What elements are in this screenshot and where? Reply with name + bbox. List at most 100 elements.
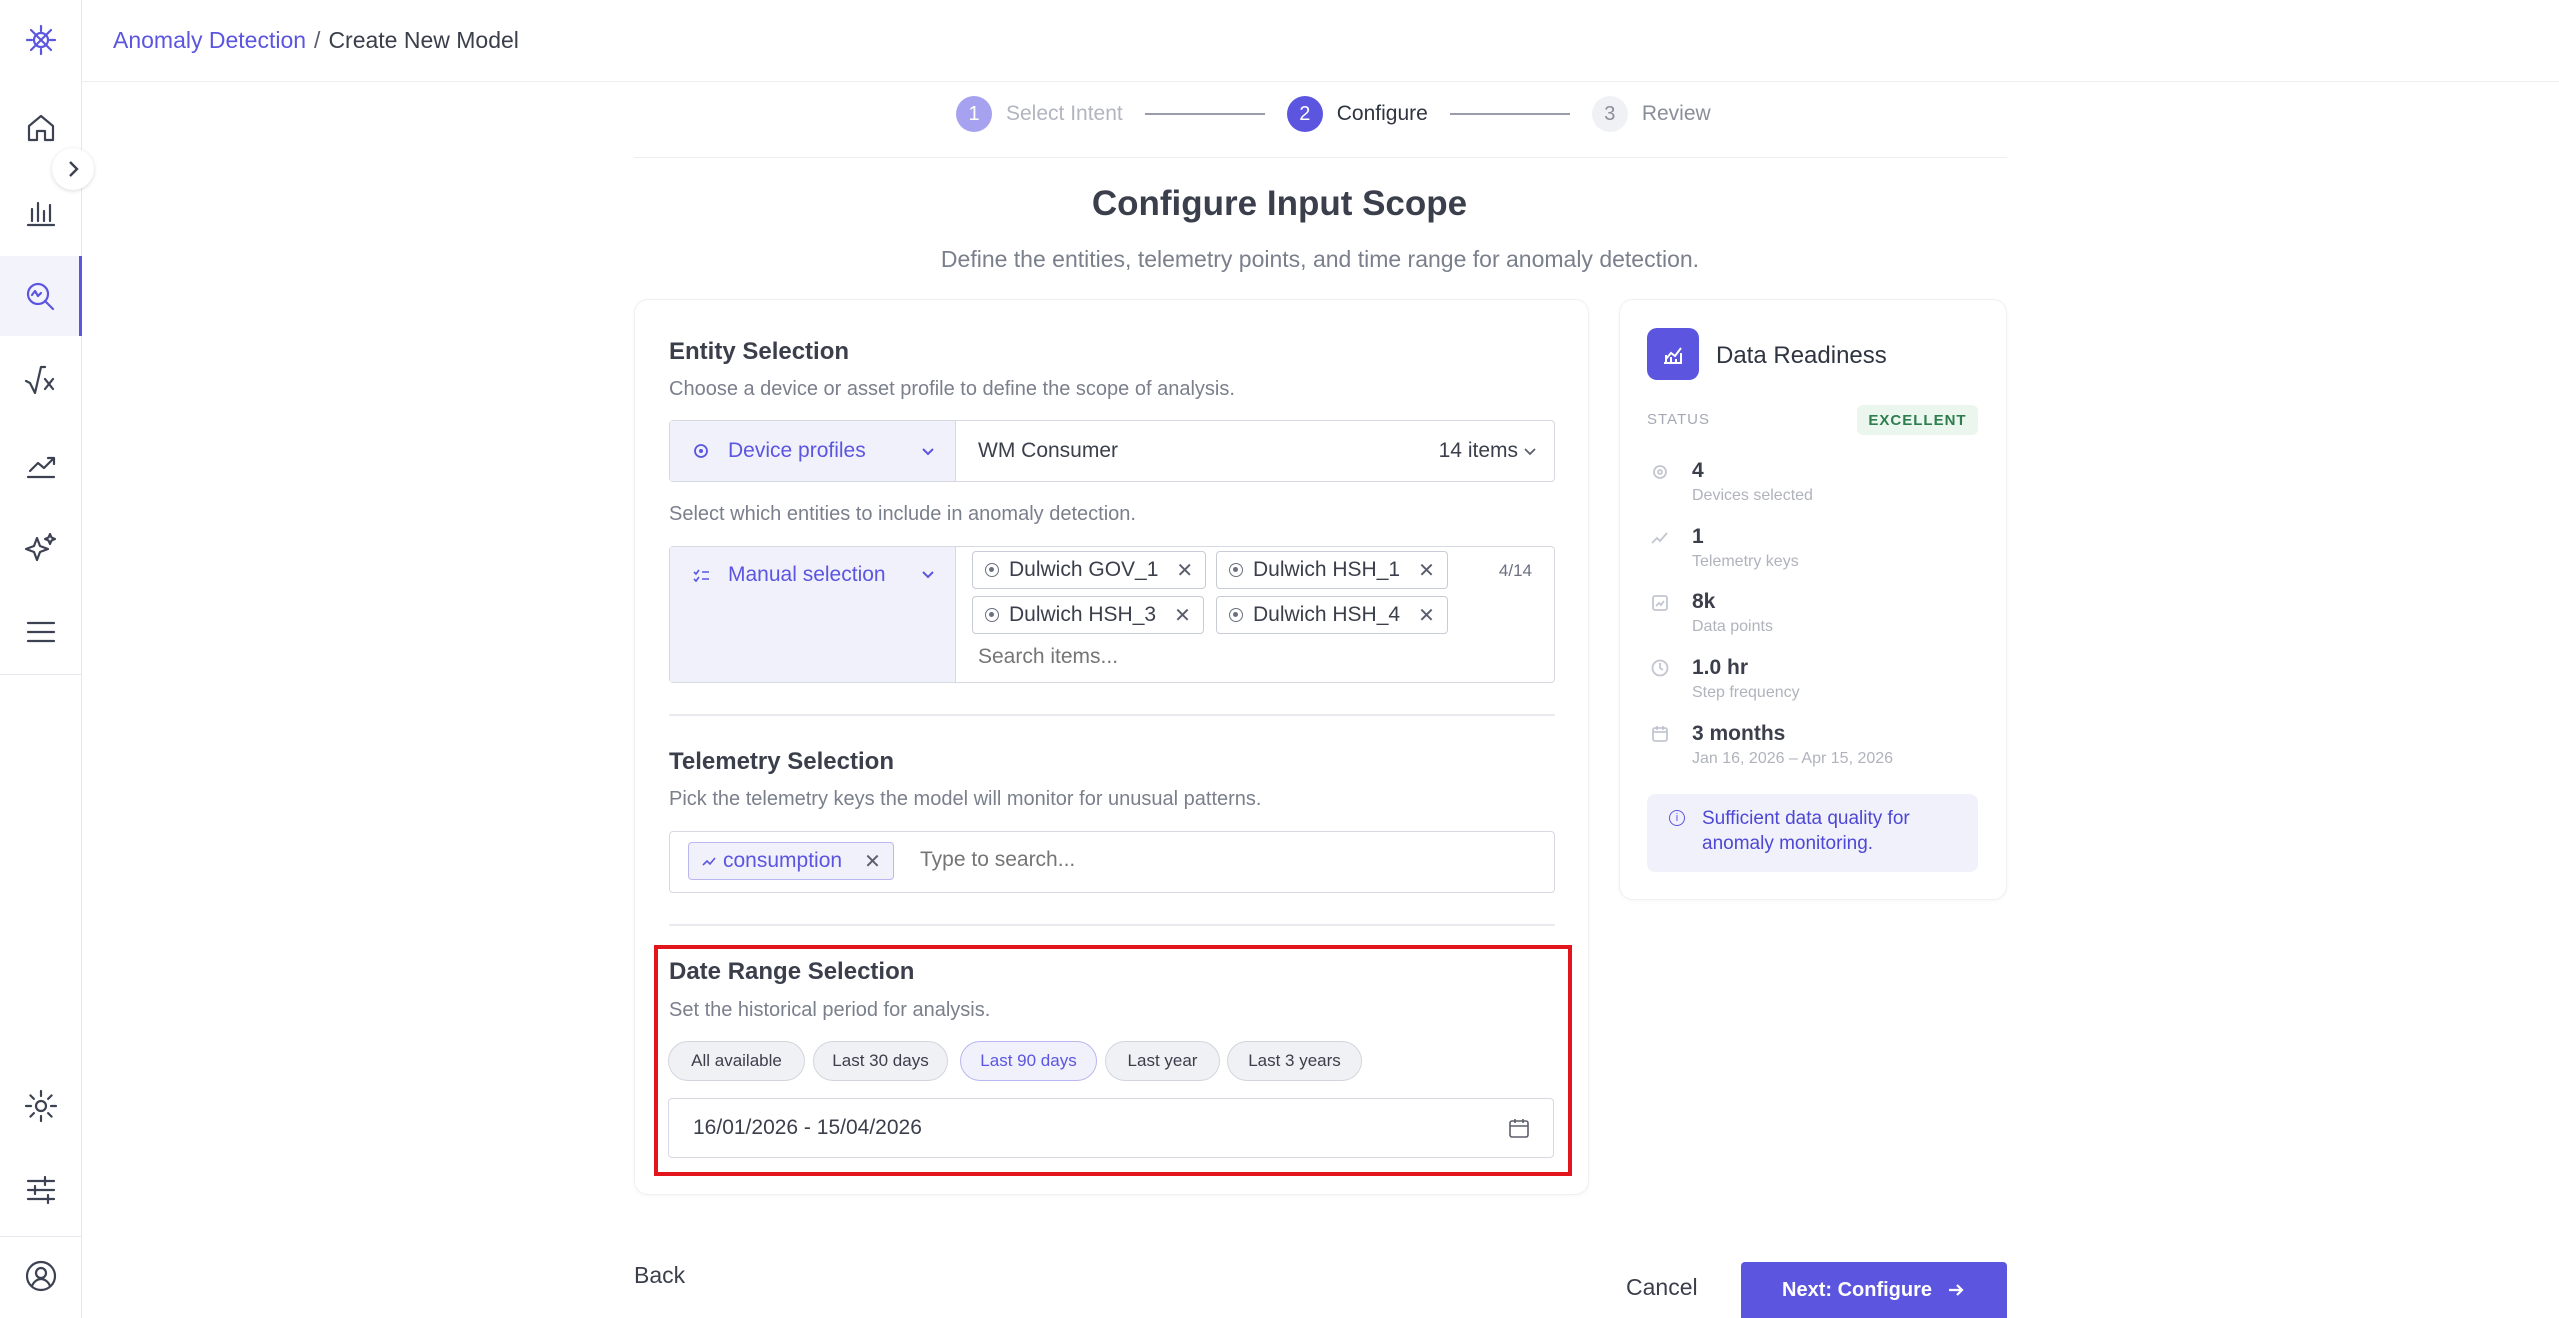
stat-devices-value: 4	[1692, 459, 1704, 482]
step-connector	[1449, 113, 1570, 115]
step-3-label[interactable]: Review	[1642, 102, 1711, 126]
cancel-button[interactable]: Cancel	[1626, 1274, 1698, 1301]
clock-icon	[1650, 658, 1670, 678]
preset-all-available[interactable]: All available	[668, 1041, 805, 1081]
menu-icon[interactable]	[0, 592, 82, 672]
page-subtitle: Define the entities, telemetry points, a…	[940, 246, 1700, 272]
device-icon	[1229, 608, 1243, 622]
profile-select[interactable]: WM Consumer 14 items	[956, 421, 1554, 481]
stat-frequency-label: Step frequency	[1692, 684, 1800, 701]
remove-chip-icon[interactable]: ✕	[864, 849, 881, 874]
stat-telemetry-label: Telemetry keys	[1692, 553, 1799, 570]
next-configure-button[interactable]: Next: Configure	[1741, 1262, 2007, 1318]
telemetry-selection-title: Telemetry Selection	[669, 748, 894, 775]
selection-mode-dropdown[interactable]: Manual selection	[670, 547, 956, 682]
formula-icon[interactable]	[0, 340, 82, 420]
entity-selection-title: Entity Selection	[669, 338, 850, 365]
date-range-desc: Set the historical period for analysis.	[669, 999, 991, 1021]
device-icon	[694, 444, 708, 458]
entity-search-input[interactable]	[978, 645, 1478, 669]
section-divider	[669, 924, 1555, 926]
preset-last-3-years[interactable]: Last 3 years	[1227, 1041, 1362, 1081]
telemetry-chip[interactable]: consumption ✕	[688, 842, 894, 880]
profile-combo: Device profiles WM Consumer 14 items	[669, 420, 1555, 482]
entity-selection-desc: Choose a device or asset profile to defi…	[669, 378, 1235, 400]
stepper-divider	[634, 157, 2007, 158]
device-icon	[985, 563, 999, 577]
entity-type-dropdown[interactable]: Device profiles	[670, 421, 956, 481]
selection-mode-label: Manual selection	[728, 563, 886, 586]
sparkles-icon[interactable]	[0, 508, 82, 588]
readiness-info-box: i Sufficient data quality for anomaly mo…	[1647, 794, 1978, 872]
chevron-right-icon	[69, 161, 79, 177]
entity-chip-label: Dulwich HSH_1	[1253, 558, 1401, 581]
step-2-label[interactable]: Configure	[1337, 102, 1428, 126]
stat-frequency-value: 1.0 hr	[1692, 656, 1749, 679]
preset-last-year[interactable]: Last year	[1105, 1041, 1220, 1081]
date-range-input[interactable]: 16/01/2026 - 15/04/2026	[668, 1098, 1554, 1158]
stat-datapoints-value: 8k	[1692, 590, 1716, 613]
profile-count: 14 items	[1438, 439, 1518, 462]
device-icon	[1650, 462, 1670, 482]
preset-last-30-days[interactable]: Last 30 days	[813, 1041, 948, 1081]
entity-chip[interactable]: Dulwich HSH_1 ✕	[1216, 551, 1448, 589]
entities-input[interactable]: Dulwich GOV_1 ✕ Dulwich HSH_1 ✕ Dulwich …	[956, 547, 1554, 682]
step-3-circle[interactable]: 3	[1591, 96, 1628, 132]
telemetry-search-input[interactable]	[920, 848, 1420, 872]
sliders-icon[interactable]	[0, 1150, 82, 1230]
header: Anomaly Detection / Create New Model	[82, 0, 2559, 82]
entity-select-desc: Select which entities to include in anom…	[669, 503, 1136, 525]
logo-icon[interactable]	[0, 0, 82, 80]
stat-range-value: 3 months	[1692, 722, 1786, 745]
telemetry-selection-desc: Pick the telemetry keys the model will m…	[669, 788, 1262, 810]
selection-counter: 4/14	[1498, 561, 1532, 580]
entity-chip[interactable]: Dulwich GOV_1 ✕	[972, 551, 1207, 589]
status-badge: EXCELLENT	[1857, 405, 1978, 435]
readiness-info-text: Sufficient data quality for anomaly moni…	[1702, 808, 1910, 854]
entities-combo: Manual selection Dulwich GOV_1 ✕ Dulwich…	[669, 546, 1555, 683]
chevron-down-icon	[922, 448, 934, 456]
arrow-right-icon	[1949, 1284, 1964, 1296]
back-button[interactable]: Back	[634, 1262, 685, 1289]
preset-last-90-days[interactable]: Last 90 days	[960, 1041, 1097, 1081]
status-label: STATUS	[1647, 411, 1710, 428]
remove-chip-icon[interactable]: ✕	[1176, 558, 1193, 583]
telemetry-input-box[interactable]: consumption ✕	[669, 831, 1555, 893]
entity-chip[interactable]: Dulwich HSH_4 ✕	[1216, 596, 1448, 634]
entity-chip-label: Dulwich GOV_1	[1009, 558, 1159, 581]
sidebar-divider	[0, 674, 82, 675]
device-icon	[1229, 563, 1243, 577]
date-range-value: 16/01/2026 - 15/04/2026	[693, 1116, 922, 1139]
chevron-down-icon	[922, 571, 934, 579]
remove-chip-icon[interactable]: ✕	[1418, 558, 1435, 583]
settings-gear-icon[interactable]	[0, 1066, 82, 1146]
chart-icon	[1650, 593, 1670, 613]
chevron-down-icon	[1524, 448, 1536, 456]
readiness-chart-icon	[1647, 328, 1699, 380]
data-readiness-card: Data Readiness STATUS EXCELLENT 4 Device…	[1619, 299, 2007, 900]
info-icon: i	[1669, 810, 1685, 826]
wizard-stepper: 1 Select Intent 2 Configure 3 Review	[956, 96, 1711, 132]
step-2-circle[interactable]: 2	[1286, 96, 1323, 132]
step-1-label[interactable]: Select Intent	[1006, 102, 1123, 126]
step-1-circle[interactable]: 1	[956, 96, 992, 132]
breadcrumb-current: Create New Model	[328, 27, 519, 53]
checklist-icon	[693, 569, 709, 583]
breadcrumb-anomaly-detection[interactable]: Anomaly Detection	[113, 27, 306, 54]
trend-icon	[702, 857, 716, 866]
trend-icon	[1650, 528, 1670, 548]
page-title: Configure Input Scope	[1091, 184, 1468, 223]
section-divider	[669, 714, 1555, 716]
user-profile-icon[interactable]	[0, 1236, 82, 1316]
calendar-icon[interactable]	[1507, 1116, 1531, 1140]
next-button-label: Next: Configure	[1782, 1278, 1932, 1301]
entity-chip[interactable]: Dulwich HSH_3 ✕	[972, 596, 1204, 634]
device-icon	[985, 608, 999, 622]
remove-chip-icon[interactable]: ✕	[1418, 603, 1435, 628]
trend-chart-icon[interactable]	[0, 424, 82, 504]
stat-range-label: Jan 16, 2026 – Apr 15, 2026	[1692, 750, 1894, 767]
remove-chip-icon[interactable]: ✕	[1174, 603, 1191, 628]
entity-chip-label: Dulwich HSH_3	[1009, 603, 1157, 626]
stat-datapoints-label: Data points	[1692, 618, 1773, 635]
telemetry-chip-label: consumption	[723, 849, 843, 872]
